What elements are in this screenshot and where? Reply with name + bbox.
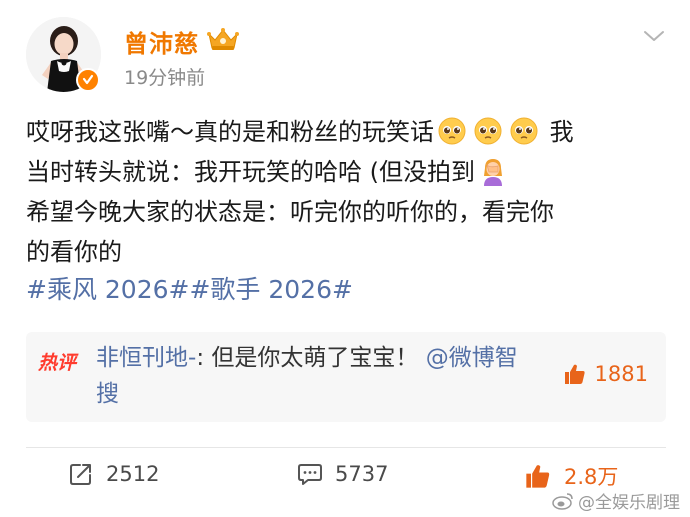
post-timestamp: 19分钟前 [124,67,206,89]
comment-icon [298,464,322,485]
comment-button[interactable]: 5737 [297,461,388,487]
vip-crown-icon [207,28,239,50]
like-button[interactable]: 2.8万 [524,461,618,491]
post-line-3: 希望今晚大家的状态是：听完你的听你的，看完你 [26,198,554,226]
post-body: 哎呀我这张嘴～真的是和粉丝的玩笑话 我 当时转头就说：我开玩笑的哈哈 (但没拍到… [26,112,666,272]
hot-comment-box[interactable]: 热评 非恒刊地-: 但是你太萌了宝宝！ @微博智搜 1881 [26,332,666,422]
share-icon [70,464,91,485]
hot-comment-text: 非恒刊地-: 但是你太萌了宝宝！ @微博智搜 [96,340,536,412]
comment-content: : 但是你太萌了宝宝！ [196,345,419,371]
thumbs-up-icon [564,364,585,384]
pleading-face-emoji [474,117,502,145]
post-text-segment: 哎呀我这张嘴～真的是和粉丝的玩笑话 [26,118,434,146]
facepalm-emoji [484,159,502,186]
chevron-down-icon[interactable] [642,28,666,44]
author-name[interactable]: 曾沛慈 [124,24,199,59]
divider [26,447,666,448]
like-count: 2.8万 [564,465,619,489]
watermark-text: @全娱乐剧理 [578,493,680,513]
post-line-2: 当时转头就说：我开玩笑的哈哈 (但没拍到 [26,152,666,192]
comment-like-count: 1881 [594,362,648,386]
post-line-4: 的看你的 [26,238,122,266]
weibo-logo-icon [552,492,573,510]
pleading-face-emoji [438,117,466,145]
comment-like-button[interactable]: 1881 [563,362,648,386]
post-line-1: 哎呀我这张嘴～真的是和粉丝的玩笑话 我 [26,112,666,152]
hashtag-link[interactable]: #歌手 2026# [189,275,352,304]
watermark: @全娱乐剧理 [552,488,680,513]
post-text-segment: 当时转头就说：我开玩笑的哈哈 (但没拍到 [26,158,475,186]
comment-count: 5737 [335,462,389,486]
share-button[interactable]: 2512 [68,461,159,487]
thumbs-up-icon [526,465,550,488]
comment-author[interactable]: 非恒刊地- [96,345,196,371]
share-count: 2512 [106,462,160,486]
verified-badge-icon [76,68,100,92]
pleading-face-emoji [510,117,538,145]
hashtag-row: #乘风 2026##歌手 2026# [26,270,353,310]
hot-comment-badge: 热评 [38,352,77,374]
post-text-segment: 我 [549,118,574,146]
hashtag-link[interactable]: #乘风 2026# [26,275,189,304]
weibo-post-card: 曾沛慈 19分钟前 哎呀我这张嘴～真的是和粉丝的玩笑话 我 当时转头就说：我开玩… [0,0,690,517]
